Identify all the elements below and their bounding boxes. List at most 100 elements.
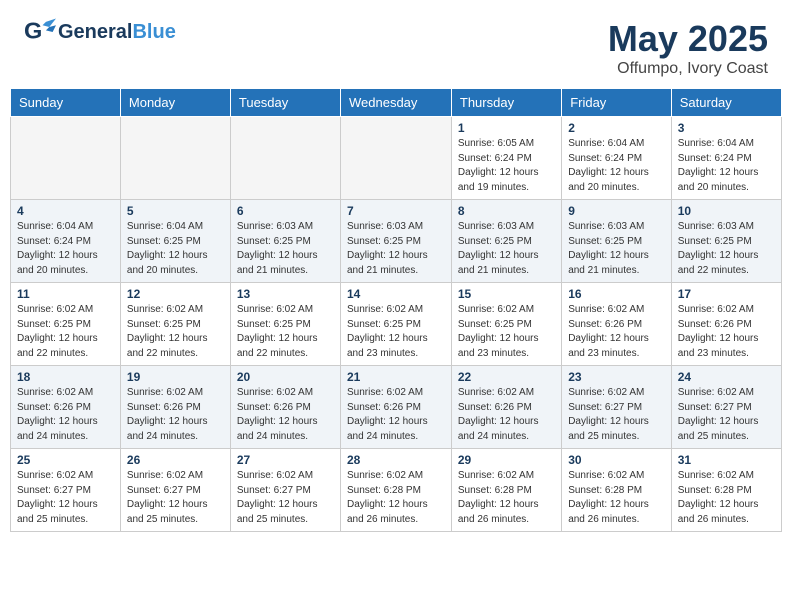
day-info: Sunrise: 6:02 AMSunset: 6:25 PMDaylight:… (347, 303, 445, 361)
calendar-header-sunday: Sunday (11, 89, 121, 117)
calendar-day-cell (120, 117, 230, 200)
day-number: 28 (347, 453, 445, 467)
logo-general: General (58, 21, 132, 43)
day-info: Sunrise: 6:02 AMSunset: 6:25 PMDaylight:… (237, 303, 334, 361)
calendar-header-monday: Monday (120, 89, 230, 117)
calendar-week-row: 25 Sunrise: 6:02 AMSunset: 6:27 PMDayligh… (11, 449, 782, 532)
day-number: 15 (458, 287, 555, 301)
calendar-day-cell: 25 Sunrise: 6:02 AMSunset: 6:27 PMDayligh… (11, 449, 121, 532)
day-number: 13 (237, 287, 334, 301)
calendar-header-tuesday: Tuesday (230, 89, 340, 117)
day-info: Sunrise: 6:02 AMSunset: 6:28 PMDaylight:… (678, 469, 775, 527)
day-info: Sunrise: 6:03 AMSunset: 6:25 PMDaylight:… (568, 220, 665, 278)
calendar-day-cell: 14 Sunrise: 6:02 AMSunset: 6:25 PMDayligh… (340, 283, 451, 366)
day-info: Sunrise: 6:02 AMSunset: 6:26 PMDaylight:… (347, 386, 445, 444)
day-info: Sunrise: 6:04 AMSunset: 6:24 PMDaylight:… (678, 137, 775, 195)
day-info: Sunrise: 6:02 AMSunset: 6:27 PMDaylight:… (568, 386, 665, 444)
day-number: 29 (458, 453, 555, 467)
day-number: 23 (568, 370, 665, 384)
day-info: Sunrise: 6:03 AMSunset: 6:25 PMDaylight:… (237, 220, 334, 278)
day-number: 21 (347, 370, 445, 384)
title-block: May 2025 Offumpo, Ivory Coast (608, 18, 768, 78)
day-number: 25 (17, 453, 114, 467)
day-info: Sunrise: 6:02 AMSunset: 6:25 PMDaylight:… (127, 303, 224, 361)
calendar-day-cell: 13 Sunrise: 6:02 AMSunset: 6:25 PMDayligh… (230, 283, 340, 366)
calendar-day-cell: 27Sunrise: 6:02 AMSunset: 6:27 PMDayligh… (230, 449, 340, 532)
day-info: Sunrise: 6:02 AMSunset: 6:26 PMDaylight:… (127, 386, 224, 444)
calendar-day-cell: 22 Sunrise: 6:02 AMSunset: 6:26 PMDayligh… (451, 366, 561, 449)
day-info: Sunrise: 6:02 AMSunset: 6:28 PMDaylight:… (458, 469, 555, 527)
calendar-header-saturday: Saturday (671, 89, 781, 117)
day-number: 30 (568, 453, 665, 467)
day-number: 16 (568, 287, 665, 301)
day-number: 2 (568, 121, 665, 135)
calendar-day-cell (230, 117, 340, 200)
calendar-day-cell: 6 Sunrise: 6:03 AMSunset: 6:25 PMDaylight… (230, 200, 340, 283)
calendar-day-cell: 16 Sunrise: 6:02 AMSunset: 6:26 PMDayligh… (562, 283, 672, 366)
day-info: Sunrise: 6:02 AMSunset: 6:27 PMDaylight:… (127, 469, 224, 527)
day-number: 7 (347, 204, 445, 218)
day-info: Sunrise: 6:05 AMSunset: 6:24 PMDaylight:… (458, 137, 555, 195)
day-info: Sunrise: 6:02 AMSunset: 6:26 PMDaylight:… (458, 386, 555, 444)
calendar-day-cell: 20 Sunrise: 6:02 AMSunset: 6:26 PMDayligh… (230, 366, 340, 449)
calendar-day-cell (340, 117, 451, 200)
day-number: 8 (458, 204, 555, 218)
page-subtitle: Offumpo, Ivory Coast (608, 60, 768, 78)
calendar-header-wednesday: Wednesday (340, 89, 451, 117)
day-number: 1 (458, 121, 555, 135)
day-number: 6 (237, 204, 334, 218)
calendar-day-cell: 15 Sunrise: 6:02 AMSunset: 6:25 PMDayligh… (451, 283, 561, 366)
logo-blue: Blue (132, 21, 175, 43)
calendar-day-cell: 8 Sunrise: 6:03 AMSunset: 6:25 PMDaylight… (451, 200, 561, 283)
day-info: Sunrise: 6:03 AMSunset: 6:25 PMDaylight:… (458, 220, 555, 278)
day-info: Sunrise: 6:02 AMSunset: 6:28 PMDaylight:… (568, 469, 665, 527)
day-info: Sunrise: 6:04 AMSunset: 6:25 PMDaylight:… (127, 220, 224, 278)
day-info: Sunrise: 6:02 AMSunset: 6:25 PMDaylight:… (458, 303, 555, 361)
calendar-week-row: 4Sunrise: 6:04 AMSunset: 6:24 PMDaylight… (11, 200, 782, 283)
calendar-day-cell: 17Sunrise: 6:02 AMSunset: 6:26 PMDayligh… (671, 283, 781, 366)
day-info: Sunrise: 6:02 AMSunset: 6:27 PMDaylight:… (17, 469, 114, 527)
day-number: 12 (127, 287, 224, 301)
day-number: 18 (17, 370, 114, 384)
calendar-day-cell: 18 Sunrise: 6:02 AMSunset: 6:26 PMDayligh… (11, 366, 121, 449)
day-number: 3 (678, 121, 775, 135)
calendar-day-cell: 7Sunrise: 6:03 AMSunset: 6:25 PMDaylight… (340, 200, 451, 283)
calendar-day-cell: 30 Sunrise: 6:02 AMSunset: 6:28 PMDayligh… (562, 449, 672, 532)
day-number: 19 (127, 370, 224, 384)
day-number: 20 (237, 370, 334, 384)
day-number: 11 (17, 287, 114, 301)
day-number: 22 (458, 370, 555, 384)
calendar-day-cell: 1 Sunrise: 6:05 AMSunset: 6:24 PMDaylight… (451, 117, 561, 200)
svg-text:G: G (24, 18, 42, 44)
logo-icon: G (24, 18, 56, 46)
day-info: Sunrise: 6:02 AMSunset: 6:25 PMDaylight:… (17, 303, 114, 361)
day-info: Sunrise: 6:02 AMSunset: 6:27 PMDaylight:… (237, 469, 334, 527)
calendar-day-cell: 28 Sunrise: 6:02 AMSunset: 6:28 PMDayligh… (340, 449, 451, 532)
day-info: Sunrise: 6:04 AMSunset: 6:24 PMDaylight:… (17, 220, 114, 278)
day-info: Sunrise: 6:04 AMSunset: 6:24 PMDaylight:… (568, 137, 665, 195)
logo: G GeneralBlue (24, 18, 176, 46)
calendar-day-cell: 11 Sunrise: 6:02 AMSunset: 6:25 PMDayligh… (11, 283, 121, 366)
page-title: May 2025 (608, 18, 768, 60)
calendar-day-cell: 3 Sunrise: 6:04 AMSunset: 6:24 PMDaylight… (671, 117, 781, 200)
calendar-day-cell: 19 Sunrise: 6:02 AMSunset: 6:26 PMDayligh… (120, 366, 230, 449)
logo-text-block: GeneralBlue (58, 22, 176, 42)
calendar-header-row: SundayMondayTuesdayWednesdayThursdayFrid… (11, 89, 782, 117)
day-info: Sunrise: 6:02 AMSunset: 6:26 PMDaylight:… (17, 386, 114, 444)
day-info: Sunrise: 6:02 AMSunset: 6:26 PMDaylight:… (678, 303, 775, 361)
calendar-day-cell (11, 117, 121, 200)
calendar-day-cell: 23 Sunrise: 6:02 AMSunset: 6:27 PMDayligh… (562, 366, 672, 449)
day-number: 31 (678, 453, 775, 467)
day-info: Sunrise: 6:02 AMSunset: 6:26 PMDaylight:… (237, 386, 334, 444)
page-header: G GeneralBlue May 2025 Offumpo, Ivory Co… (0, 0, 792, 88)
calendar-day-cell: 29 Sunrise: 6:02 AMSunset: 6:28 PMDayligh… (451, 449, 561, 532)
calendar-week-row: 1 Sunrise: 6:05 AMSunset: 6:24 PMDaylight… (11, 117, 782, 200)
calendar-day-cell: 10Sunrise: 6:03 AMSunset: 6:25 PMDayligh… (671, 200, 781, 283)
day-number: 26 (127, 453, 224, 467)
calendar-day-cell: 4Sunrise: 6:04 AMSunset: 6:24 PMDaylight… (11, 200, 121, 283)
day-info: Sunrise: 6:02 AMSunset: 6:26 PMDaylight:… (568, 303, 665, 361)
calendar-day-cell: 21 Sunrise: 6:02 AMSunset: 6:26 PMDayligh… (340, 366, 451, 449)
day-number: 14 (347, 287, 445, 301)
day-number: 24 (678, 370, 775, 384)
day-info: Sunrise: 6:02 AMSunset: 6:28 PMDaylight:… (347, 469, 445, 527)
